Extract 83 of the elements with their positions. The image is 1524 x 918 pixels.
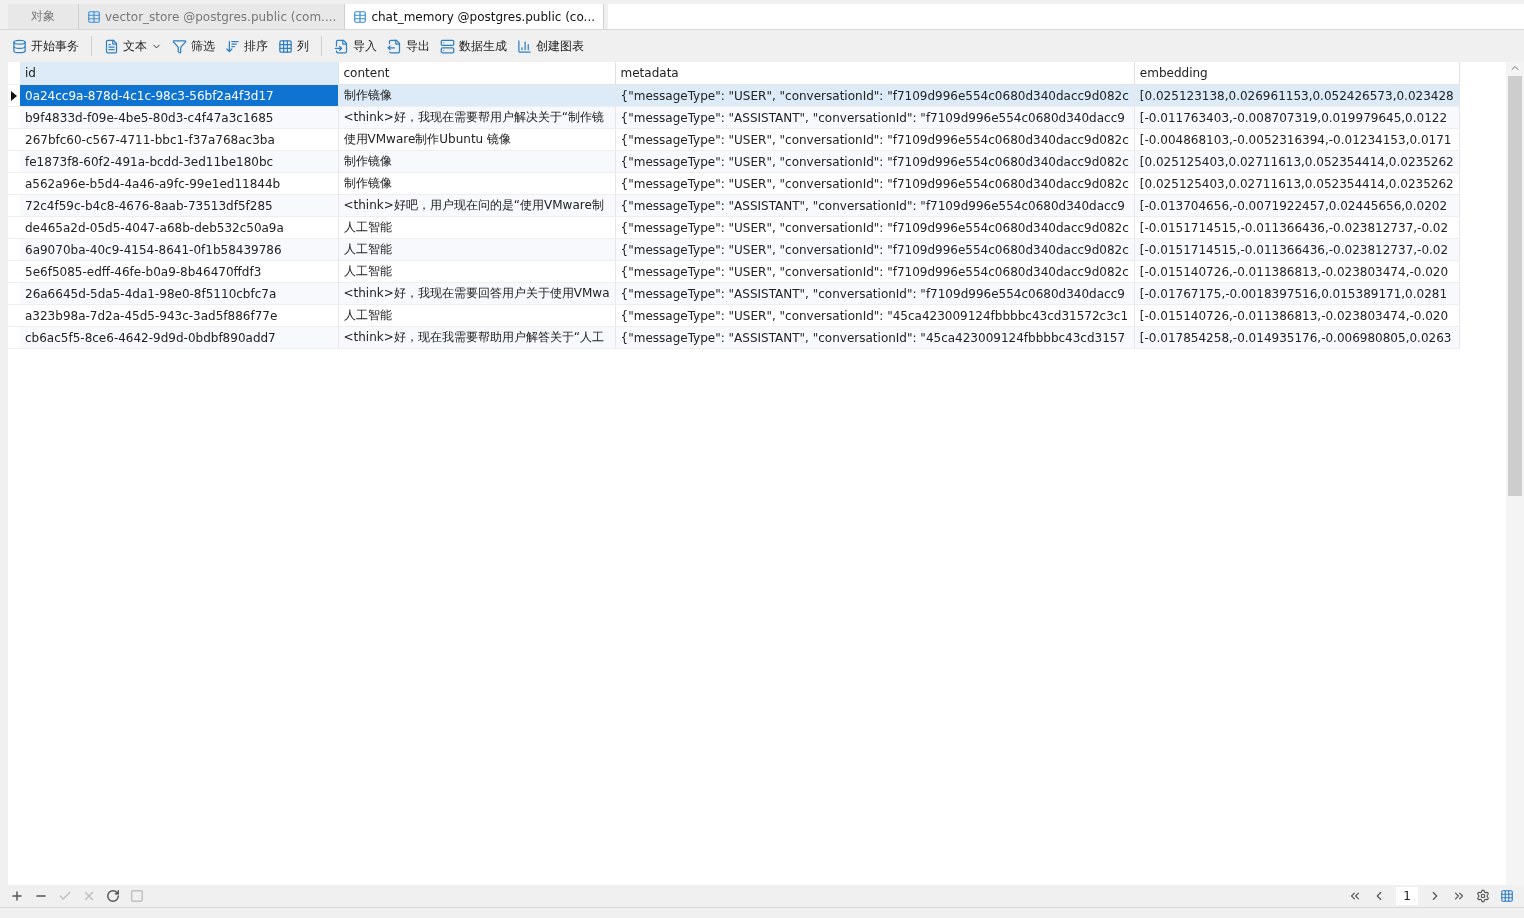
first-page-icon[interactable] (1348, 889, 1362, 903)
table-cell: {"messageType": "ASSISTANT", "conversationId": "45ca423009124fbbbbc43cd3157 (615, 326, 1135, 349)
table-cell: 72c4f59c-b4c8-4676-8aab-73513df5f285 (20, 194, 338, 217)
table-cell: {"messageType": "USER", "conversationId": "f7109d996e554c0680d340dacc9d082c (615, 260, 1135, 283)
document-icon (104, 38, 119, 54)
grid-view-icon[interactable] (1500, 889, 1514, 903)
column-header[interactable]: id (20, 62, 338, 85)
tab[interactable]: vector_store @postgres.public (com.... (79, 4, 346, 29)
table-cell: [-0.0151714515,-0.011366436,-0.023812737,-0.02 (1134, 216, 1460, 239)
table-cell: a562a96e-b5d4-4a46-a9fc-99e1ed11844b (20, 172, 338, 195)
toolbar-button[interactable]: 导出 (383, 35, 434, 57)
table-cell: {"messageType": "USER", "conversationId": "f7109d996e554c0680d340dacc9d082c (615, 150, 1135, 173)
bar-chart-icon (517, 38, 532, 54)
table-icon (87, 9, 101, 24)
table-cell: de465a2d-05d5-4047-a68b-deb532c50a9a (20, 216, 338, 239)
settings-icon[interactable] (1476, 889, 1490, 903)
table-cell: <think>好，现在我需要帮助用户解答关于“人工 (338, 326, 616, 349)
export-icon (387, 38, 402, 54)
column-header[interactable]: embedding (1134, 62, 1460, 85)
table-cell: b9f4833d-f09e-4be5-80d3-c4f47a3c1685 (20, 106, 338, 129)
toolbar-button[interactable]: 文本 (100, 35, 166, 57)
last-page-icon[interactable] (1452, 889, 1466, 903)
table-cell: {"messageType": "USER", "conversationId": "45ca423009124fbbbbc43cd31572c3c1 (615, 304, 1135, 327)
column-header[interactable]: content (338, 62, 616, 85)
table-cell: 6a9070ba-40c9-4154-8641-0f1b58439786 (20, 238, 338, 261)
table-cell: [-0.015140726,-0.011386813,-0.023803474,-0.020 (1134, 304, 1460, 327)
toolbar-button[interactable]: 数据生成 (436, 35, 511, 57)
table-cell: fe1873f8-60f2-491a-bcdd-3ed11be180bc (20, 150, 338, 173)
page-field[interactable]: 1 (1396, 887, 1418, 905)
table-cell: [0.025123138,0.026961153,0.052426573,0.023428 (1134, 84, 1460, 107)
table-cell: [-0.004868103,-0.0052316394,-0.01234153,0.0171 (1134, 128, 1460, 151)
tab[interactable]: 对象 (8, 4, 79, 29)
table-cell: {"messageType": "USER", "conversationId": "f7109d996e554c0680d340dacc9d082c (615, 238, 1135, 261)
table-cell: 267bfc60-c567-4711-bbc1-f37a768ac3ba (20, 128, 338, 151)
table-cell: 人工智能 (338, 216, 616, 239)
database-icon (12, 38, 27, 54)
table-cell: [-0.015140726,-0.011386813,-0.023803474,-0.020 (1134, 260, 1460, 283)
table-cell: {"messageType": "USER", "conversationId": "f7109d996e554c0680d340dacc9d082c (615, 172, 1135, 195)
table-cell: [0.025125403,0.02711613,0.052354414,0.0235262 (1134, 172, 1460, 195)
table-cell: [-0.013704656,-0.0071922457,0.02445656,0.0202 (1134, 194, 1460, 217)
table-cell: {"messageType": "ASSISTANT", "conversationId": "f7109d996e554c0680d340dacc9 (615, 106, 1135, 129)
table-cell: [0.025125403,0.02711613,0.052354414,0.0235262 (1134, 150, 1460, 173)
toolbar-button[interactable]: 创建图表 (513, 35, 588, 57)
toolbar-button[interactable]: 开始事务 (8, 35, 83, 57)
table-cell: {"messageType": "ASSISTANT", "conversationId": "f7109d996e554c0680d340dacc9 (615, 194, 1135, 217)
table-cell: 人工智能 (338, 260, 616, 283)
table-cell: <think>好吧，用户现在问的是“使用VMware制 (338, 194, 616, 217)
scrollbar[interactable] (1506, 62, 1524, 885)
table-cell: 使用VMware制作Ubuntu 镜像 (338, 128, 616, 151)
table-cell: <think>好，我现在需要回答用户关于使用VMwa (338, 282, 616, 305)
table-cell: 26a6645d-5da5-4da1-98e0-8f5110cbfc7a (20, 282, 338, 305)
sort-icon (225, 38, 240, 54)
table-cell: 人工智能 (338, 304, 616, 327)
table-cell: 0a24cc9a-878d-4c1c-98c3-56bf2a4f3d17 (20, 84, 338, 107)
table-cell: {"messageType": "USER", "conversationId": "f7109d996e554c0680d340dacc9d082c (615, 84, 1135, 107)
filter-icon (172, 38, 187, 54)
table-cell: 制作镜像 (338, 150, 616, 173)
refresh-icon[interactable] (106, 889, 120, 903)
table-cell: 人工智能 (338, 238, 616, 261)
toolbar-button[interactable]: 筛选 (168, 35, 219, 57)
table-cell: 制作镜像 (338, 84, 616, 107)
table-cell: <think>好，我现在需要帮用户解决关于“制作镜 (338, 106, 616, 129)
server-icon (440, 38, 455, 54)
toolbar-button[interactable]: 列 (274, 35, 313, 57)
table-cell: [-0.0151714515,-0.011366436,-0.023812737,-0.02 (1134, 238, 1460, 261)
table-cell: 制作镜像 (338, 172, 616, 195)
table-cell: {"messageType": "USER", "conversationId": "f7109d996e554c0680d340dacc9d082c (615, 128, 1135, 151)
plus-icon[interactable] (10, 889, 24, 903)
table-cell: [-0.01767175,-0.0018397516,0.015389171,0.0281 (1134, 282, 1460, 305)
table-cell: {"messageType": "USER", "conversationId": "f7109d996e554c0680d340dacc9d082c (615, 216, 1135, 239)
import-icon (334, 38, 349, 54)
table-cell: {"messageType": "ASSISTANT", "conversationId": "f7109d996e554c0680d340dacc9 (615, 282, 1135, 305)
table-cell: a323b98a-7d2a-45d5-943c-3ad5f886f77e (20, 304, 338, 327)
tab[interactable]: chat_memory @postgres.public (co... (345, 4, 604, 29)
table-cell: [-0.017854258,-0.014935176,-0.006980805,0.0263 (1134, 326, 1460, 349)
table-cell: [-0.011763403,-0.008707319,0.019979645,0.0122 (1134, 106, 1460, 129)
toolbar-button[interactable]: 排序 (221, 35, 272, 57)
table-icon (353, 9, 368, 24)
toolbar-button[interactable]: 导入 (330, 35, 381, 57)
table-cell: cb6ac5f5-8ce6-4642-9d9d-0bdbf890add7 (20, 326, 338, 349)
table-cell: 5e6f5085-edff-46fe-b0a9-8b46470ffdf3 (20, 260, 338, 283)
grid-icon (278, 38, 293, 54)
column-header[interactable]: metadata (615, 62, 1135, 85)
